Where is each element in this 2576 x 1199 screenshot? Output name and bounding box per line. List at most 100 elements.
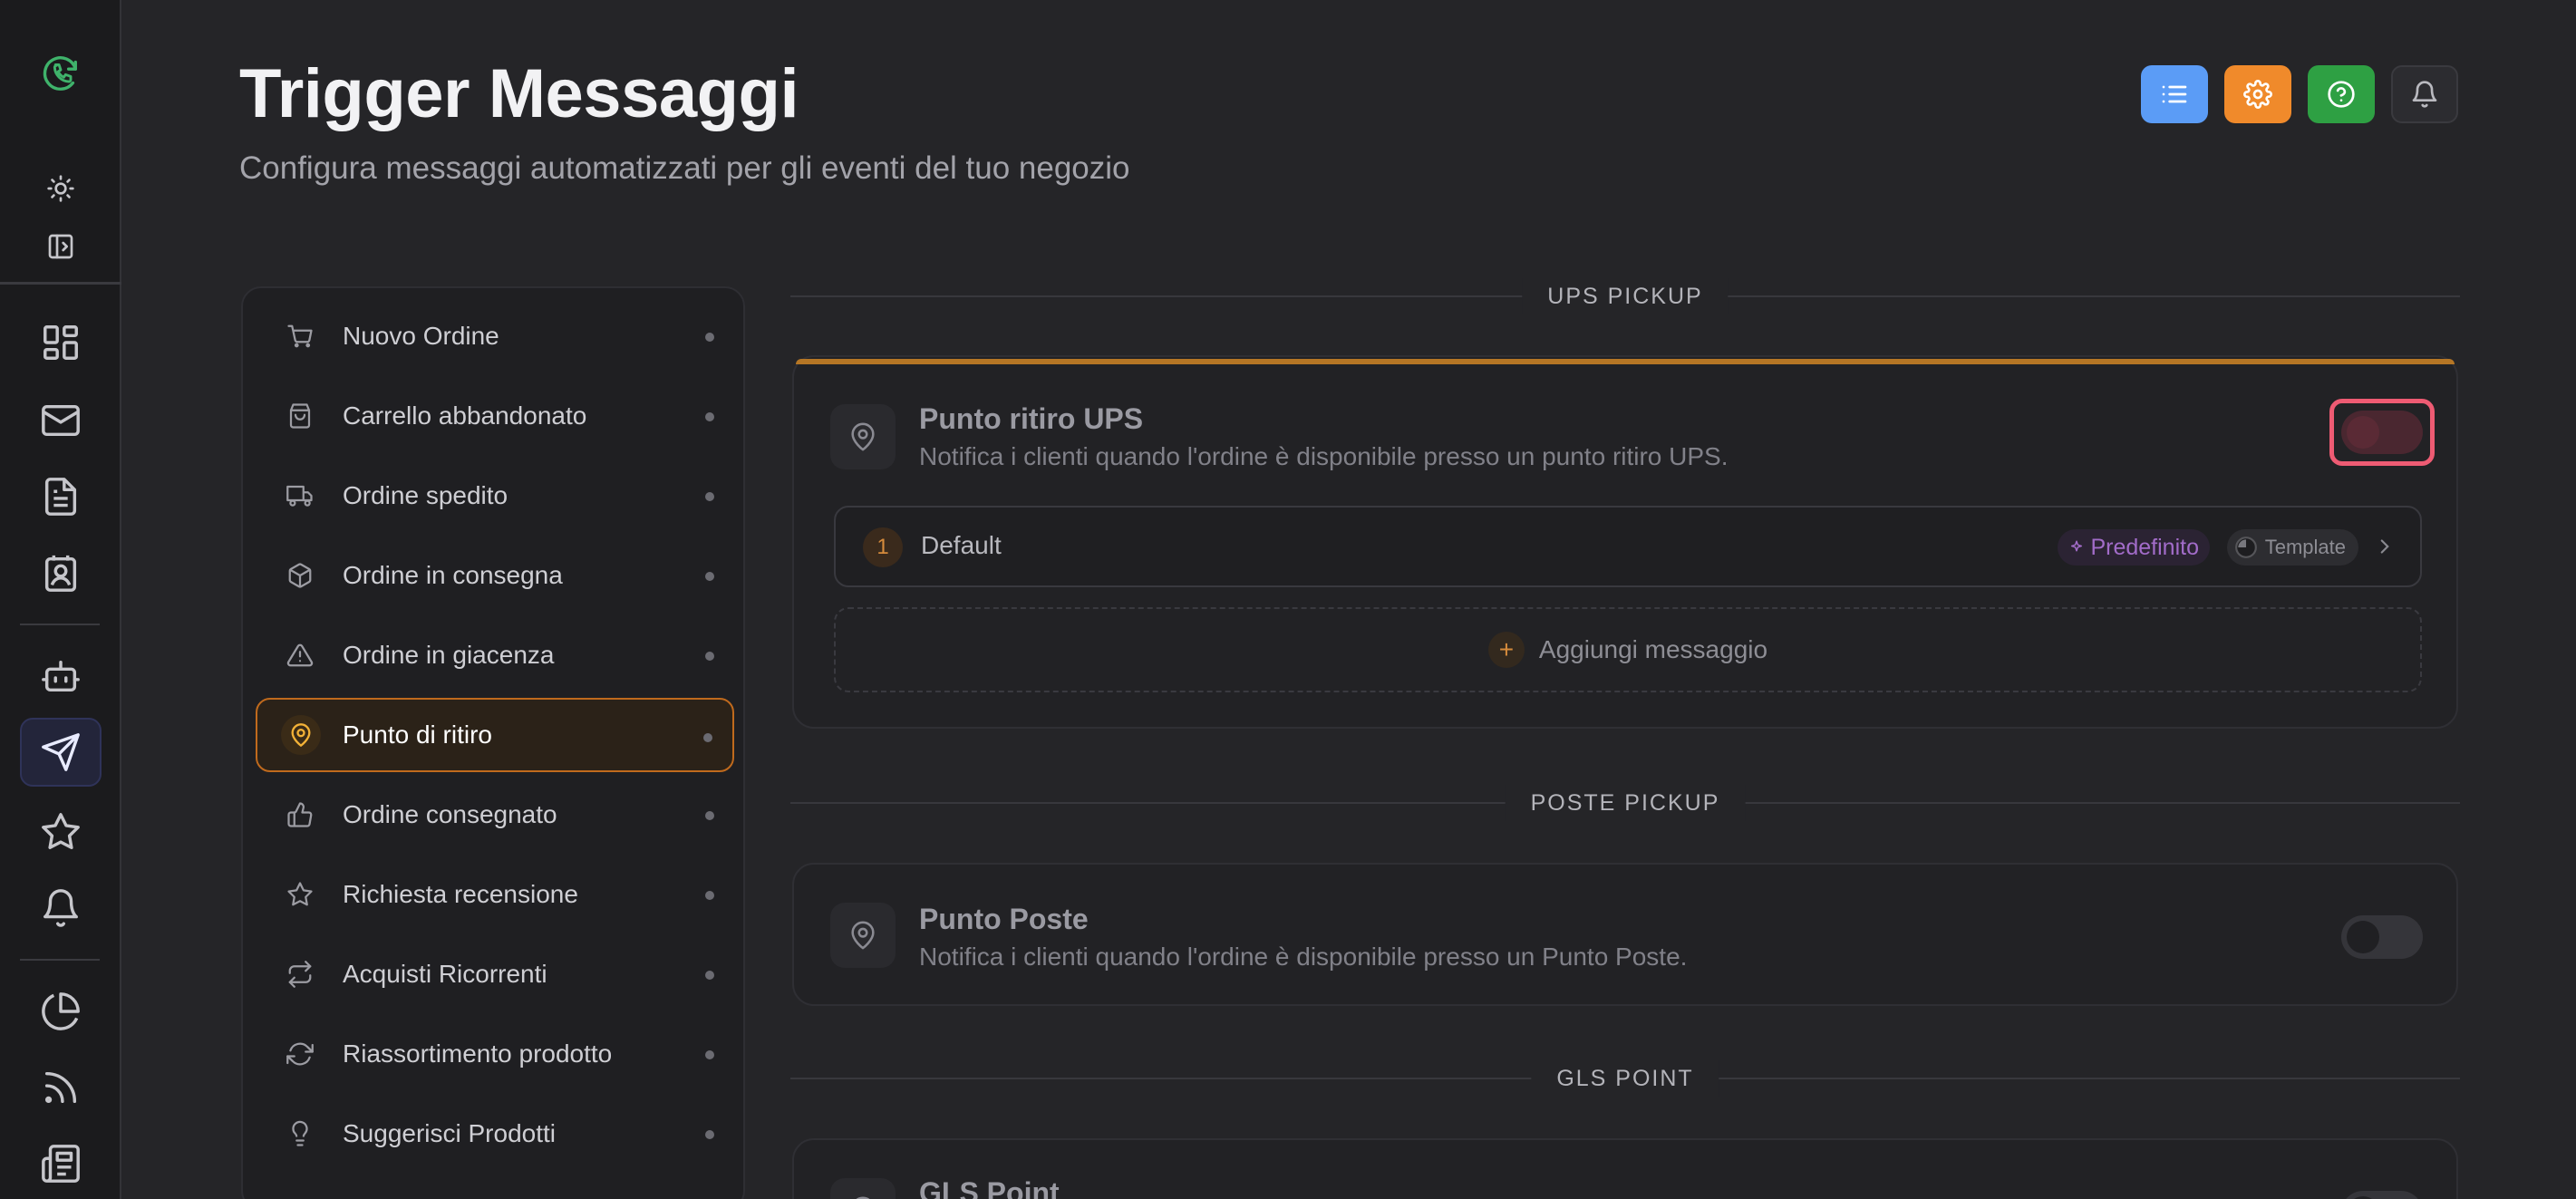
add-message-button[interactable]: + Aggiungi messaggio [834, 607, 2422, 692]
trigger-card-poste: Punto Poste Notifica i clienti quando l'… [792, 863, 2458, 1006]
nav-item-label: Acquisti Ricorrenti [343, 960, 547, 988]
help-button[interactable] [2308, 65, 2375, 123]
map-pin-icon [830, 903, 896, 968]
app-logo[interactable] [20, 38, 102, 107]
section-header: POSTE PICKUP [790, 785, 2460, 821]
trigger-card-ups: Punto ritiro UPS Notifica i clienti quan… [792, 355, 2458, 729]
nav-item-nuovo-ordine[interactable]: Nuovo Ordine [256, 299, 734, 373]
status-dot [705, 971, 714, 980]
warning-icon [286, 643, 314, 667]
nav-item-richiesta-recensione[interactable]: Richiesta recensione [256, 857, 734, 932]
card-title: Punto Poste [919, 903, 1089, 935]
nav-item-ordine-spedito[interactable]: Ordine spedito [256, 459, 734, 533]
section-header: UPS PICKUP [790, 278, 2460, 314]
nav-item-carrello-abbandonato[interactable]: Carrello abbandonato [256, 379, 734, 453]
nav-item-ordine-in-giacenza[interactable]: Ordine in giacenza [256, 618, 734, 692]
status-dot [705, 333, 714, 342]
status-dot [705, 1050, 714, 1059]
nav-item-label: Nuovo Ordine [343, 322, 499, 350]
enable-toggle[interactable] [2341, 915, 2423, 959]
pie-chart-icon[interactable] [20, 977, 102, 1046]
nav-item-label: Punto di ritiro [343, 720, 492, 749]
status-dot [705, 412, 714, 421]
template-icon [2234, 537, 2257, 558]
nav-item-label: Ordine consegnato [343, 800, 557, 828]
newspaper-icon[interactable] [20, 1129, 102, 1198]
badge-label: Predefinito [2090, 534, 2199, 560]
cart-icon [287, 324, 313, 348]
mail-icon[interactable] [20, 386, 102, 455]
page-title: Trigger Messaggi [239, 55, 799, 132]
contact-icon[interactable] [20, 538, 102, 607]
nav-item-acquisti-ricorrenti[interactable]: Acquisti Ricorrenti [256, 937, 734, 1011]
star-icon[interactable] [20, 798, 102, 866]
bell-icon [2412, 81, 2437, 108]
nav-item-label: Ordine spedito [343, 481, 508, 509]
add-message-label: Aggiungi messaggio [1538, 635, 1768, 663]
rss-icon[interactable] [20, 1053, 102, 1122]
nav-item-label: Riassortimento prodotto [343, 1039, 613, 1068]
trigger-nav: Nuovo Ordine Carrello abbandonato Ordine… [241, 286, 745, 1199]
nav-item-label: Suggerisci Prodotti [343, 1119, 557, 1147]
message-name: Default [921, 531, 1002, 559]
notifications-button[interactable] [2391, 65, 2458, 123]
page-subtitle: Configura messaggi automatizzati per gli… [239, 150, 1130, 186]
package-icon [288, 563, 312, 588]
card-description: Notifica i clienti quando l'ordine è dis… [919, 442, 1729, 470]
help-icon [2328, 81, 2355, 108]
default-badge: Predefinito [2058, 529, 2210, 566]
section-title: POSTE PICKUP [1505, 785, 1746, 821]
thumbs-up-icon [287, 802, 313, 827]
truck-icon [286, 485, 313, 507]
map-pin-icon [830, 1178, 896, 1199]
settings-button[interactable] [2224, 65, 2291, 123]
sparkle-icon [2071, 540, 2083, 552]
map-pin-icon [281, 715, 321, 755]
bell-icon[interactable] [20, 874, 102, 943]
enable-toggle[interactable] [2341, 411, 2423, 454]
section-header: GLS POINT [790, 1060, 2460, 1097]
status-dot [705, 1130, 714, 1139]
status-dot [705, 652, 714, 661]
bot-icon[interactable] [20, 642, 102, 711]
list-icon [2162, 85, 2187, 103]
status-dot [705, 492, 714, 501]
map-pin-icon [830, 404, 896, 469]
status-dot [705, 572, 714, 581]
status-dot [705, 891, 714, 900]
bag-icon [289, 403, 311, 429]
sidebar-rail [0, 0, 121, 1199]
nav-item-punto-di-ritiro[interactable]: Punto di ritiro [256, 698, 734, 772]
nav-item-ordine-consegnato[interactable]: Ordine consegnato [256, 778, 734, 852]
star-icon [287, 882, 313, 906]
card-title: Punto ritiro UPS [919, 402, 1144, 435]
lightbulb-icon [292, 1120, 308, 1146]
dashboard-icon[interactable] [20, 308, 102, 377]
status-dot [703, 733, 712, 742]
card-title: GLS Point [919, 1176, 1060, 1199]
section-title: GLS POINT [1531, 1060, 1719, 1097]
card-accent-bar [796, 359, 2455, 364]
chevron-right-icon [2380, 539, 2389, 554]
nav-item-label: Richiesta recensione [343, 880, 578, 908]
type-badge: Template [2226, 529, 2358, 566]
card-description: Notifica i clienti quando l'ordine è dis… [919, 943, 1688, 971]
message-number: 1 [863, 527, 903, 567]
message-row[interactable]: 1 Default Predefinito Template [834, 506, 2422, 587]
nav-item-label: Carrello abbandonato [343, 401, 587, 430]
document-icon[interactable] [20, 462, 102, 531]
status-dot [705, 811, 714, 820]
section-title: UPS PICKUP [1522, 278, 1729, 314]
send-icon[interactable] [20, 718, 102, 787]
repeat-icon [288, 961, 312, 988]
nav-item-riassortimento-prodotto[interactable]: Riassortimento prodotto [256, 1017, 734, 1091]
nav-item-label: Ordine in consegna [343, 561, 563, 589]
panel-toggle-icon[interactable] [20, 212, 102, 281]
trigger-card-gls: GLS Point [792, 1138, 2458, 1199]
toggle-knob [2347, 416, 2379, 449]
enable-toggle[interactable] [2341, 1191, 2423, 1199]
nav-item-ordine-in-consegna[interactable]: Ordine in consegna [256, 538, 734, 613]
nav-item-suggerisci-prodotti[interactable]: Suggerisci Prodotti [256, 1097, 734, 1171]
list-button[interactable] [2141, 65, 2208, 123]
gear-icon [2243, 80, 2272, 109]
